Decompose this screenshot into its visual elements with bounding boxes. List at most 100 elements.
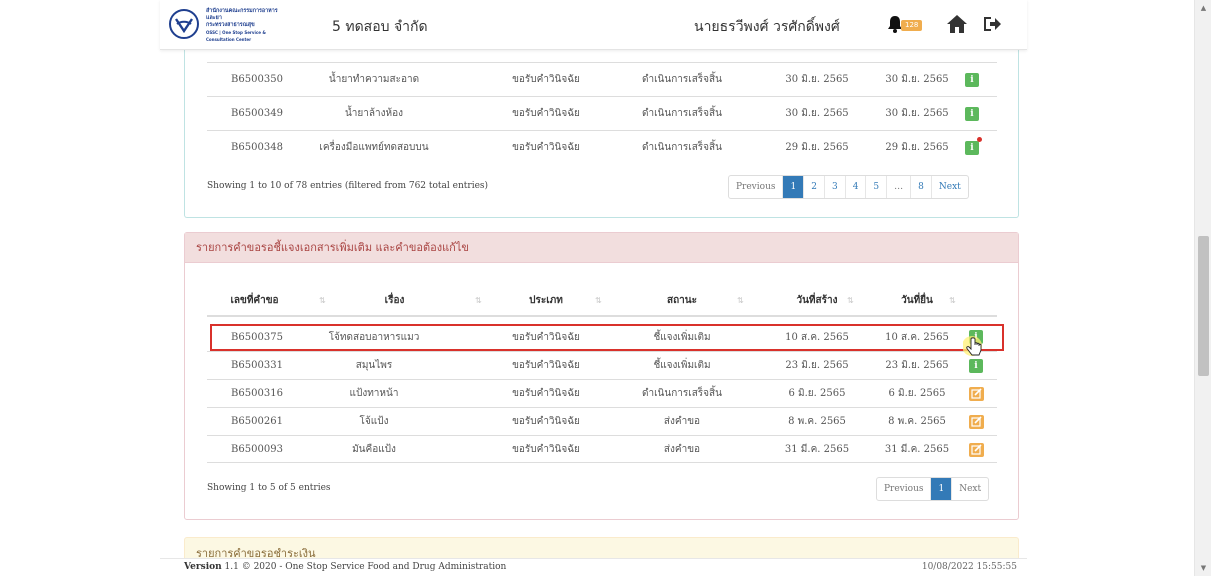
top-navbar: สำนักงานคณะกรรมการอาหารและยา กระทรวงสาธา… <box>160 0 1027 50</box>
pagination-page[interactable]: 5 <box>866 176 888 198</box>
pagination-page[interactable]: 3 <box>825 176 846 198</box>
edit-button[interactable] <box>969 387 984 401</box>
logout-icon[interactable] <box>982 14 1002 34</box>
scroll-down-arrow-icon[interactable]: ▼ <box>1195 560 1211 576</box>
table-row: B6500348 เครื่องมือแพทย์ทดสอบบน ขอรับคำว… <box>207 130 997 164</box>
pagination-page[interactable]: 2 <box>804 176 825 198</box>
submitted-date: 29 มิ.ย. 2565 <box>885 142 949 153</box>
vertical-scrollbar[interactable]: ▲ ▼ <box>1194 0 1211 576</box>
edit-button[interactable] <box>969 443 984 457</box>
table-row: B6500316 แป้งทาหน้า ขอรับคำวินิจฉัย ดำเน… <box>207 379 997 407</box>
created-date: 30 มิ.ย. 2565 <box>785 74 849 85</box>
version-text: 1.1 © 2020 - One Stop Service Food and D… <box>224 562 507 572</box>
submitted-date: 30 มิ.ย. 2565 <box>885 108 949 119</box>
info-button[interactable]: i <box>965 73 979 87</box>
column-header-subject[interactable]: เรื่อง <box>347 287 442 315</box>
logo-line-3: OSSC | One Stop Service & Consultation C… <box>206 30 266 42</box>
table-row: B6500093 มันคือแป้ง ขอรับคำวินิจฉัย ส่งค… <box>207 435 997 463</box>
pagination-previous[interactable]: Previous <box>729 176 784 198</box>
info-button[interactable]: i <box>969 359 983 373</box>
version-info: Version 1.1 © 2020 - One Stop Service Fo… <box>184 562 506 572</box>
column-header-status[interactable]: สถานะ <box>617 287 747 315</box>
version-label: Version <box>184 562 222 572</box>
request-type: ขอรับคำวินิจฉัย <box>512 444 580 455</box>
request-id: B6500093 <box>231 444 283 455</box>
table-info: Showing 1 to 10 of 78 entries (filtered … <box>207 181 489 191</box>
created-date: 30 มิ.ย. 2565 <box>785 108 849 119</box>
table-info: Showing 1 to 5 of 5 entries <box>207 483 331 493</box>
user-name[interactable]: นายธรวีพงศ์ วรศักดิ์พงศ์ <box>694 16 840 38</box>
pagination-page[interactable]: 1 <box>931 478 953 500</box>
sort-icon[interactable]: ⇅ <box>475 296 482 305</box>
sort-icon[interactable]: ⇅ <box>595 296 602 305</box>
request-subject: เครื่องมือแพทย์ทดสอบบน <box>319 142 429 153</box>
submitted-date: 30 มิ.ย. 2565 <box>885 74 949 85</box>
request-status: ดำเนินการเสร็จสิ้น <box>642 74 722 85</box>
home-icon[interactable] <box>946 13 968 35</box>
pagination-page[interactable]: 1 <box>783 176 805 198</box>
request-status: ส่งคำขอ <box>663 444 701 455</box>
pagination-next[interactable]: Next <box>952 478 988 500</box>
request-subject: น้ำยาทำความสะอาด <box>328 74 420 85</box>
edit-button[interactable] <box>969 415 984 429</box>
panel-title: รายการคำขอรอชี้แจงเอกสารเพิ่มเติม และคำข… <box>185 233 1018 263</box>
request-type: ขอรับคำวินิจฉัย <box>512 142 580 153</box>
table-row: B6500331 สมุนไพร ขอรับคำวินิจฉัย ชี้แจงเ… <box>207 351 997 379</box>
request-id: B6500261 <box>231 416 283 427</box>
request-status: ชี้แจงเพิ่มเติม <box>653 360 711 371</box>
table-row: B6500261 โจ้แป้ง ขอรับคำวินิจฉัย ส่งคำขอ… <box>207 407 997 435</box>
footer: Version 1.1 © 2020 - One Stop Service Fo… <box>160 558 1027 576</box>
pagination-ellipsis: … <box>887 176 912 198</box>
hand-cursor-icon <box>963 336 982 356</box>
pagination-page[interactable]: 8 <box>911 176 932 198</box>
table-row: B6500350 น้ำยาทำความสะอาด ขอรับคำวินิจฉั… <box>207 62 997 96</box>
created-date: 6 มิ.ย. 2565 <box>788 388 846 399</box>
scrollbar-thumb[interactable] <box>1198 236 1209 376</box>
pagination-page[interactable]: 4 <box>846 176 867 198</box>
pagination-next[interactable]: Next <box>932 176 968 198</box>
pagination-previous[interactable]: Previous <box>877 478 932 500</box>
request-id: B6500349 <box>231 108 283 119</box>
request-id: B6500350 <box>231 74 283 85</box>
request-type: ขอรับคำวินิจฉัย <box>512 74 580 85</box>
edit-icon <box>971 444 982 455</box>
datetime: 10/08/2022 15:55:55 <box>921 562 1017 572</box>
column-header-type[interactable]: ประเภท <box>491 287 601 315</box>
column-header-id[interactable]: เลขที่คำขอ <box>207 287 302 315</box>
sort-icon[interactable]: ⇅ <box>319 296 326 305</box>
sort-icon[interactable]: ⇅ <box>847 296 854 305</box>
submitted-date: 31 มี.ค. 2565 <box>884 444 950 455</box>
request-id: B6500316 <box>231 388 283 399</box>
request-subject: โจ้แป้ง <box>359 416 389 427</box>
pagination: Previous 1 Next <box>876 477 990 501</box>
row-highlight-box <box>210 324 1004 351</box>
info-button[interactable]: i <box>965 141 979 155</box>
info-button[interactable]: i <box>965 107 979 121</box>
request-subject: มันคือแป้ง <box>352 444 396 455</box>
request-type: ขอรับคำวินิจฉัย <box>512 388 580 399</box>
request-status: ดำเนินการเสร็จสิ้น <box>642 142 722 153</box>
fda-logo-icon[interactable] <box>169 9 199 39</box>
table-header: เลขที่คำขอ ⇅ เรื่อง ⇅ ประเภท ⇅ สถานะ ⇅ ว… <box>207 287 997 317</box>
sort-icon[interactable]: ⇅ <box>737 296 744 305</box>
notification-badge: 128 <box>901 20 923 31</box>
logo-line-2: กระทรวงสาธารณสุข <box>206 22 255 28</box>
request-subject: น้ำยาล้างห้อง <box>344 108 404 119</box>
scroll-up-arrow-icon[interactable]: ▲ <box>1195 0 1211 16</box>
request-type: ขอรับคำวินิจฉัย <box>512 360 580 371</box>
request-list-panel: B6500350 น้ำยาทำความสะอาด ขอรับคำวินิจฉั… <box>184 36 1019 218</box>
table-row: B6500349 น้ำยาล้างห้อง ขอรับคำวินิจฉัย ด… <box>207 96 997 130</box>
logo-text: สำนักงานคณะกรรมการอาหารและยา กระทรวงสาธา… <box>206 8 286 43</box>
edit-icon <box>971 416 982 427</box>
sort-icon[interactable]: ⇅ <box>949 296 956 305</box>
request-status: ดำเนินการเสร็จสิ้น <box>642 388 722 399</box>
request-status: ดำเนินการเสร็จสิ้น <box>642 108 722 119</box>
request-type: ขอรับคำวินิจฉัย <box>512 416 580 427</box>
edit-icon <box>971 388 982 399</box>
submitted-date: 6 มิ.ย. 2565 <box>888 388 946 399</box>
request-id: B6500348 <box>231 142 283 153</box>
logo-line-1: สำนักงานคณะกรรมการอาหารและยา <box>206 8 278 21</box>
submitted-date: 8 พ.ค. 2565 <box>888 416 946 427</box>
request-type: ขอรับคำวินิจฉัย <box>512 108 580 119</box>
pagination: Previous 1 2 3 4 5 … 8 Next <box>728 175 969 199</box>
